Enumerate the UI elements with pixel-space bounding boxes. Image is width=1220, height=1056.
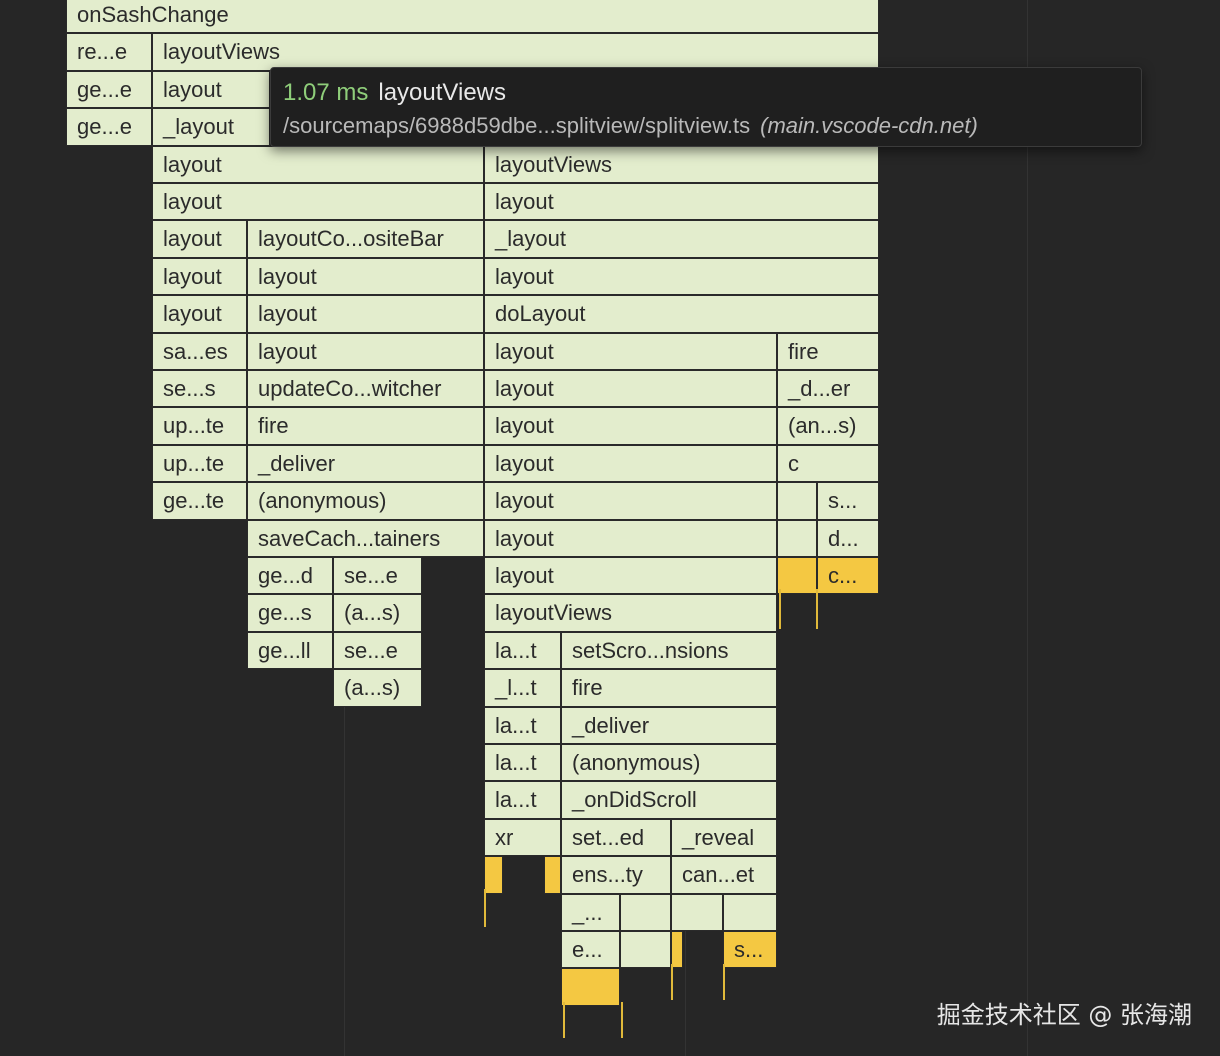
flame-frame[interactable]: layout	[152, 70, 270, 109]
flame-frame[interactable]: layout	[484, 557, 777, 595]
flame-frame[interactable]: updateCo...witcher	[247, 370, 484, 408]
flame-frame[interactable]: ge...d	[247, 557, 333, 595]
flame-frame[interactable]: _...	[561, 893, 620, 931]
flame-frame[interactable]: setScro...nsions	[561, 631, 777, 670]
flame-frame[interactable]: layoutCo...ositeBar	[247, 220, 484, 258]
flame-frame[interactable]: la...t	[484, 781, 561, 819]
flame-frame[interactable]: ge...ll	[247, 631, 333, 670]
flame-frame[interactable]: layout	[152, 257, 247, 296]
sample-tick	[671, 964, 673, 1000]
tooltip-source-path: /sourcemaps/6988d59dbe...splitview/split…	[283, 113, 751, 138]
flame-frame[interactable]: up...te	[152, 407, 247, 445]
flame-frame[interactable]	[561, 968, 620, 1006]
sample-tick	[484, 889, 486, 927]
flame-frame[interactable]: se...e	[333, 557, 422, 595]
flame-frame[interactable]: layout	[484, 332, 777, 370]
flame-frame[interactable]	[544, 856, 561, 894]
flame-frame[interactable]: se...e	[333, 631, 422, 670]
flame-frame[interactable]	[777, 557, 817, 595]
flame-frame[interactable]: s...	[723, 931, 777, 969]
flame-frame[interactable]	[777, 519, 817, 557]
flame-chart[interactable]: onSashChange re...e layoutViews ge...e layou…	[0, 0, 1220, 1056]
flame-frame[interactable]: ge...te	[152, 482, 247, 520]
flame-frame[interactable]: _l...t	[484, 669, 561, 707]
flame-frame[interactable]: fire	[777, 332, 879, 370]
flame-frame[interactable]: layout	[247, 257, 484, 296]
flame-frame[interactable]: layout	[484, 183, 879, 221]
tooltip-host: (main.vscode-cdn.net)	[760, 113, 978, 138]
flame-frame[interactable]: fire	[561, 669, 777, 707]
flame-frame[interactable]: se...s	[152, 370, 247, 408]
flame-frame[interactable]	[620, 893, 671, 931]
flame-frame[interactable]: s...	[817, 482, 879, 520]
flame-frame[interactable]: (anonymous)	[247, 482, 484, 520]
flame-frame[interactable]	[671, 931, 683, 969]
flame-frame[interactable]: xr	[484, 818, 561, 857]
flame-frame[interactable]: onSashChange	[66, 0, 879, 34]
flame-frame[interactable]: (anonymous)	[561, 744, 777, 782]
flame-frame[interactable]: layout	[484, 482, 777, 520]
sample-tick	[779, 589, 781, 629]
flame-frame[interactable]	[620, 931, 671, 969]
flame-frame[interactable]: set...ed	[561, 818, 671, 857]
gridline	[1027, 0, 1028, 1056]
flame-frame[interactable]: (a...s)	[333, 669, 422, 707]
flame-frame[interactable]: layoutViews	[152, 33, 879, 71]
flame-frame[interactable]: ens...ty	[561, 856, 671, 894]
flame-frame[interactable]: layout	[484, 407, 777, 445]
flame-frame[interactable]: e...	[561, 931, 620, 969]
flame-frame[interactable]: (a...s)	[333, 594, 422, 632]
flame-frame[interactable]	[671, 893, 723, 931]
flame-frame[interactable]: layout	[152, 295, 247, 333]
flame-frame[interactable]: ge...s	[247, 594, 333, 632]
tooltip-duration: 1.07 ms	[283, 79, 369, 106]
flame-frame[interactable]: fire	[247, 407, 484, 445]
flame-frame[interactable]: d...	[817, 519, 879, 557]
flame-frame[interactable]: la...t	[484, 744, 561, 782]
sample-tick	[621, 1002, 623, 1038]
flame-frame[interactable]: layoutViews	[484, 145, 879, 183]
flame-frame[interactable]	[723, 893, 777, 931]
flame-frame[interactable]: layout	[247, 295, 484, 333]
sample-tick	[723, 964, 725, 1000]
flame-frame[interactable]: up...te	[152, 444, 247, 483]
flame-frame[interactable]: c	[777, 444, 879, 483]
flame-frame[interactable]: ge...e	[66, 108, 152, 146]
sample-tick	[563, 1002, 565, 1038]
flame-frame[interactable]: re...e	[66, 33, 152, 71]
watermark: 掘金技术社区 @ 张海潮	[936, 1001, 1192, 1029]
flame-frame[interactable]: layout	[152, 220, 247, 258]
flame-frame[interactable]: layout	[484, 370, 777, 408]
flame-frame[interactable]: _reveal	[671, 818, 777, 857]
flame-frame[interactable]: doLayout	[484, 295, 879, 333]
flame-frame[interactable]: layout	[484, 444, 777, 483]
flame-frame[interactable]: c...	[817, 557, 879, 595]
flame-frame[interactable]	[777, 482, 817, 520]
flame-frame[interactable]: _deliver	[561, 706, 777, 744]
flame-frame[interactable]: (an...s)	[777, 407, 879, 445]
flame-frame[interactable]: la...t	[484, 706, 561, 744]
flame-frame[interactable]: layout	[484, 257, 879, 296]
flame-frame[interactable]: layout	[247, 332, 484, 370]
flame-frame[interactable]: can...et	[671, 856, 777, 894]
flame-frame[interactable]: _onDidScroll	[561, 781, 777, 819]
flame-frame[interactable]: layout	[484, 519, 777, 557]
sample-tick	[816, 589, 818, 629]
flame-frame[interactable]: _layout	[152, 108, 270, 146]
flame-frame[interactable]: layout	[152, 145, 484, 183]
flame-frame[interactable]: sa...es	[152, 332, 247, 370]
flame-frame[interactable]: layout	[152, 183, 484, 221]
flame-frame[interactable]: _deliver	[247, 444, 484, 483]
tooltip-function-name: layoutViews	[378, 79, 507, 106]
flame-frame[interactable]: _d...er	[777, 370, 879, 408]
flame-frame[interactable]	[484, 856, 503, 894]
flame-frame[interactable]: ge...e	[66, 70, 152, 109]
frame-tooltip: 1.07 ms layoutViews /sourcemaps/6988d59db…	[270, 67, 1142, 147]
flame-frame[interactable]: la...t	[484, 631, 561, 670]
flame-frame[interactable]: layoutViews	[484, 594, 777, 632]
flame-frame[interactable]: _layout	[484, 220, 879, 258]
flame-frame[interactable]: saveCach...tainers	[247, 519, 484, 557]
